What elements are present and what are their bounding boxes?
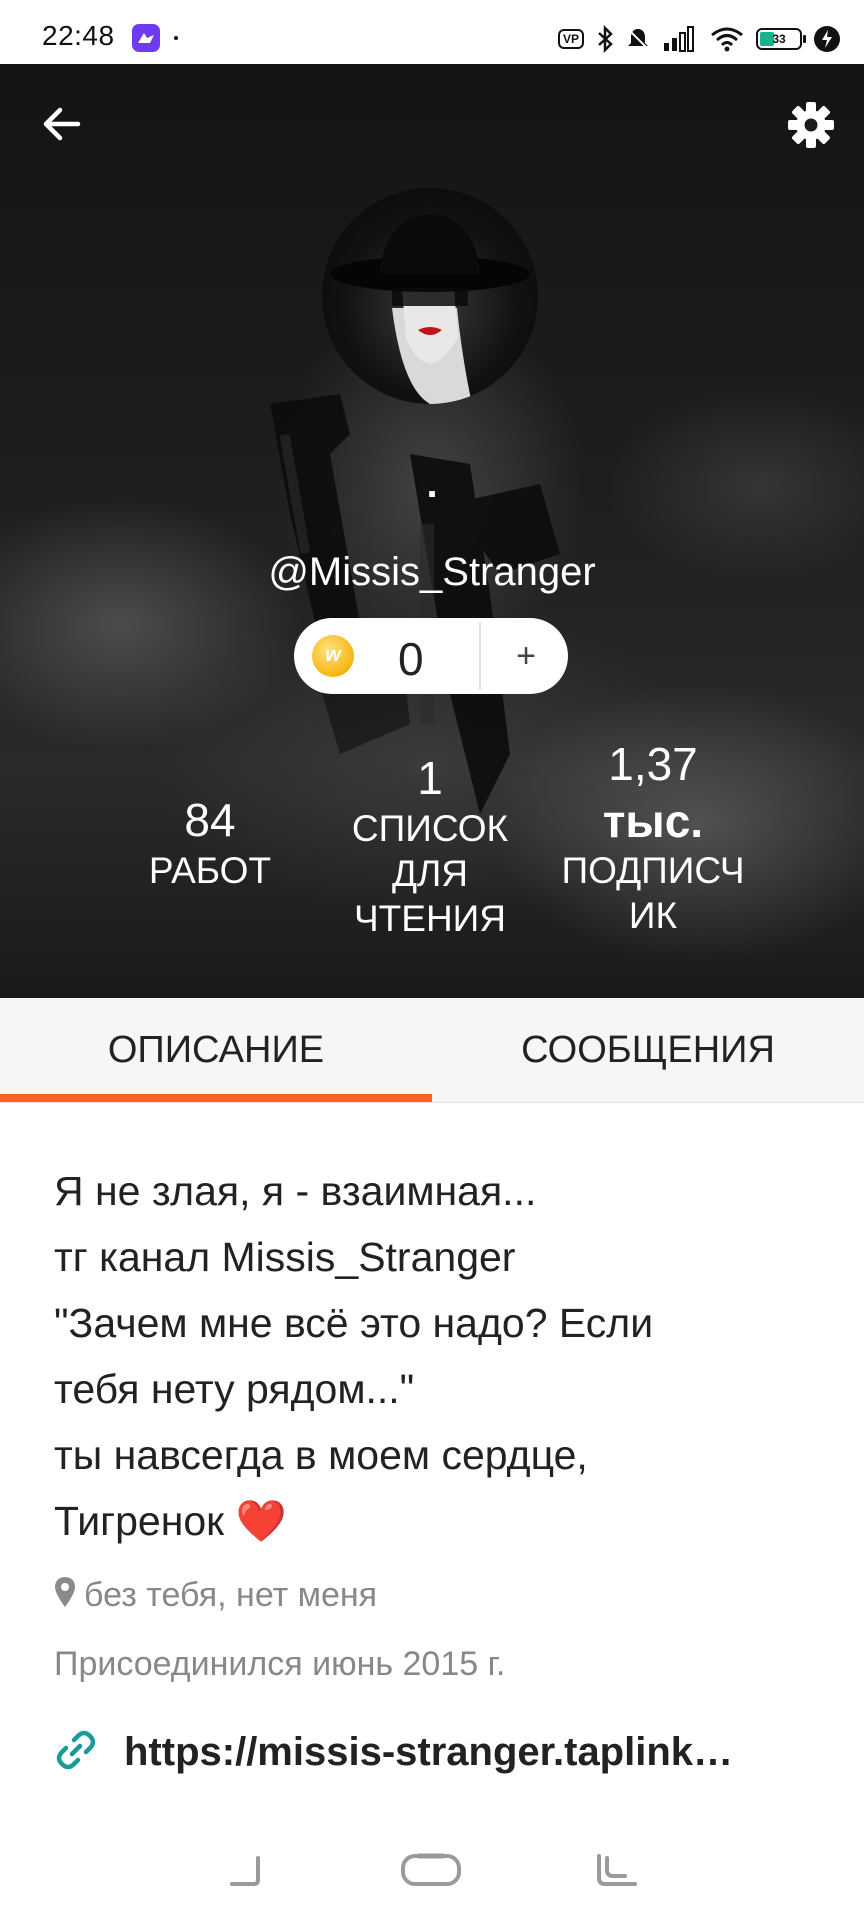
- followers-count-unit: тыс.: [602, 795, 704, 847]
- add-coins-button[interactable]: +: [484, 618, 568, 694]
- nav-back-icon: [230, 1856, 260, 1886]
- back-button[interactable]: [38, 100, 86, 148]
- nav-back-button[interactable]: [210, 1846, 280, 1896]
- battery-percent: 33: [772, 32, 786, 46]
- status-bar: 22:48 VP 33: [0, 0, 864, 64]
- stat-works[interactable]: 84 РАБОТ: [130, 792, 290, 893]
- works-count: 84: [184, 794, 236, 846]
- stat-reading-lists[interactable]: 1 СПИСОК ДЛЯ ЧТЕНИЯ: [340, 750, 520, 941]
- active-tab-indicator: [0, 1094, 432, 1102]
- link-icon: [56, 1730, 96, 1770]
- bio-line: тг канал Missis_Stranger: [54, 1234, 516, 1280]
- location-text: без тебя, нет меня: [84, 1576, 378, 1614]
- battery-icon: 33: [756, 28, 806, 50]
- bio-line: "Зачем мне всё это надо? Если: [54, 1300, 654, 1346]
- notification-dot: [174, 36, 178, 40]
- reading-lists-label-line: СПИСОК: [351, 808, 509, 849]
- settings-button[interactable]: [786, 100, 836, 150]
- cell-signal-icon: [664, 26, 694, 52]
- coin-count: 0: [398, 633, 424, 685]
- avatar-image: [330, 214, 530, 404]
- profile-header: . @Missis_Stranger w 0 + 84 РАБОТ 1 СПИС…: [0, 64, 864, 998]
- silent-bell-icon: [627, 28, 649, 50]
- charging-icon: [814, 26, 840, 52]
- username: @Missis_Stranger: [268, 550, 596, 594]
- profile-tabs: ОПИСАНИЕ СООБЩЕНИЯ: [0, 998, 864, 1103]
- arrow-left-icon: [43, 107, 81, 141]
- nav-home-button[interactable]: [397, 1846, 467, 1896]
- followers-label-line: ПОДПИСЧ: [561, 850, 745, 891]
- bio-line: Я не злая, я - взаимная...: [54, 1168, 537, 1214]
- system-nav-bar: [0, 1826, 864, 1920]
- display-name: .: [426, 462, 438, 506]
- avatar[interactable]: [322, 188, 538, 404]
- tab-messages[interactable]: СООБЩЕНИЯ: [432, 998, 864, 1102]
- gear-icon: [788, 102, 834, 148]
- bluetooth-icon: [598, 25, 613, 53]
- reading-lists-label-line: ДЛЯ: [391, 853, 469, 894]
- location: без тебя, нет меня: [54, 1576, 377, 1615]
- coin-icon: w: [312, 635, 354, 677]
- tab-description[interactable]: ОПИСАНИЕ: [0, 998, 432, 1102]
- bio-line: Тигренок: [54, 1498, 225, 1544]
- heart-emoji: ❤️: [235, 1498, 287, 1544]
- followers-count: 1,37: [608, 738, 698, 790]
- nav-recents-icon: [597, 1854, 637, 1886]
- link-url: https://missis-stranger.taplink…: [124, 1730, 734, 1774]
- bio-line: ты навсегда в моем сердце,: [54, 1432, 588, 1478]
- notification-app-icon: [132, 24, 160, 52]
- bio-line: тебя нету рядом...": [54, 1366, 415, 1412]
- profile-link[interactable]: https://missis-stranger.taplink…: [52, 1718, 842, 1788]
- nav-recents-button[interactable]: [585, 1846, 655, 1896]
- works-label: РАБОТ: [148, 850, 272, 891]
- vpn-icon: VP: [557, 29, 584, 49]
- coin-divider: [479, 622, 481, 690]
- bio-line-last: Тигренок ❤️: [54, 1488, 824, 1554]
- status-icons: VP 33: [557, 22, 840, 56]
- nav-home-icon: [401, 1853, 461, 1886]
- reading-lists-label-line: ЧТЕНИЯ: [354, 898, 506, 939]
- status-time: 22:48: [42, 20, 115, 51]
- coins-pill: w 0 +: [294, 618, 568, 694]
- reading-lists-count: 1: [417, 752, 443, 804]
- joined-date: Присоединился июнь 2015 г.: [54, 1645, 506, 1683]
- map-pin-icon: [55, 1577, 75, 1607]
- wifi-icon: [711, 27, 743, 52]
- bio-text: Я не злая, я - взаимная... тг канал Miss…: [54, 1158, 824, 1554]
- stat-followers[interactable]: 1,37 тыс. ПОДПИСЧ ИК: [538, 734, 768, 938]
- followers-label-line: ИК: [628, 895, 678, 936]
